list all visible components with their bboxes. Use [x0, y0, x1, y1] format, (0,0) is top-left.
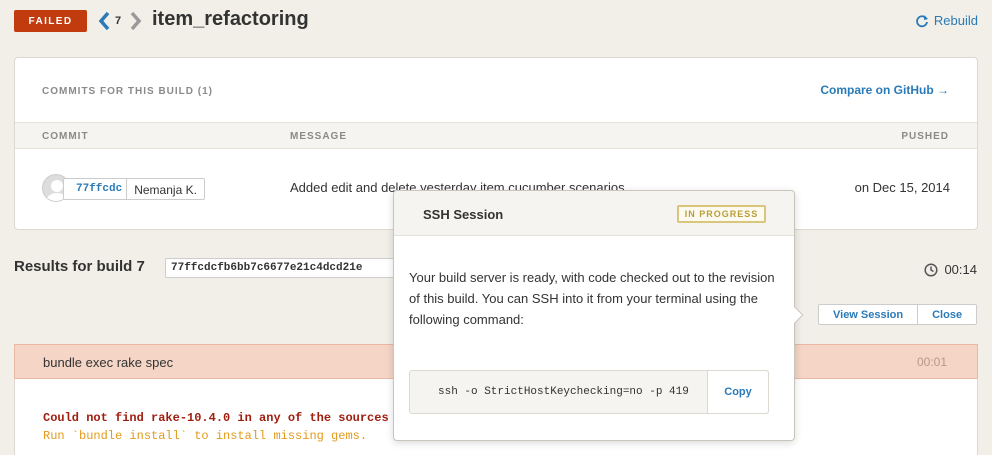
output-hint-line: Run `bundle install` to install missing … — [43, 429, 368, 443]
column-message: MESSAGE — [290, 131, 348, 142]
rebuild-label: Rebuild — [933, 13, 978, 28]
output-error-line: Could not find rake-10.4.0 in any of the… — [43, 411, 389, 425]
build-duration: 00:14 — [924, 262, 977, 277]
chevron-right-icon[interactable] — [130, 11, 142, 31]
rebuild-button[interactable]: Rebuild — [915, 13, 978, 28]
commit-author: Nemanja K. — [134, 183, 197, 197]
ssh-session-popover: SSH Session IN PROGRESS Your build serve… — [393, 190, 804, 441]
refresh-icon — [916, 14, 928, 27]
ssh-command-box: ssh -o StrictHostKeychecking=no -p 419 C… — [409, 370, 769, 414]
popover-description: Your build server is ready, with code ch… — [409, 270, 775, 327]
popover-header: SSH Session IN PROGRESS — [394, 191, 794, 236]
column-pushed: PUSHED — [901, 131, 949, 142]
session-button-group: View Session Close — [818, 304, 978, 325]
close-button[interactable]: Close — [917, 305, 976, 324]
status-badge: FAILED — [14, 10, 87, 32]
commit-sha-box: 77ffcdc Nemanja K. — [63, 178, 205, 200]
step-name: bundle exec rake spec — [43, 355, 174, 370]
view-session-button[interactable]: View Session — [819, 305, 917, 324]
duration-value: 00:14 — [944, 262, 977, 277]
status-badge: IN PROGRESS — [677, 205, 766, 223]
commits-table-header: COMMIT MESSAGE PUSHED — [15, 122, 977, 149]
results-title: Results for build 7 — [14, 258, 145, 275]
popover-title: SSH Session — [423, 207, 504, 222]
branch-name: item_refactoring — [152, 8, 309, 30]
chevron-left-icon[interactable] — [98, 11, 110, 31]
build-header: FAILED 7 item_refactoring Rebuild — [14, 8, 978, 36]
ssh-command[interactable]: ssh -o StrictHostKeychecking=no -p 419 — [438, 386, 708, 398]
commits-title: COMMITS FOR THIS BUILD (1) — [42, 86, 213, 97]
copy-button[interactable]: Copy — [707, 371, 768, 413]
column-commit: COMMIT — [42, 131, 89, 142]
commit-pushed: on Dec 15, 2014 — [854, 180, 950, 195]
compare-github-link[interactable]: Compare on GitHub → — [820, 83, 949, 97]
commit-sha-link[interactable]: 77ffcdc — [64, 179, 128, 199]
clock-icon — [924, 262, 939, 277]
build-number: 7 — [115, 15, 122, 27]
result-sha: 77ffcdcfb6bb7c6677e21c4dcd21e — [165, 258, 405, 278]
step-time: 00:01 — [916, 355, 947, 369]
popover-arrow — [786, 306, 804, 324]
